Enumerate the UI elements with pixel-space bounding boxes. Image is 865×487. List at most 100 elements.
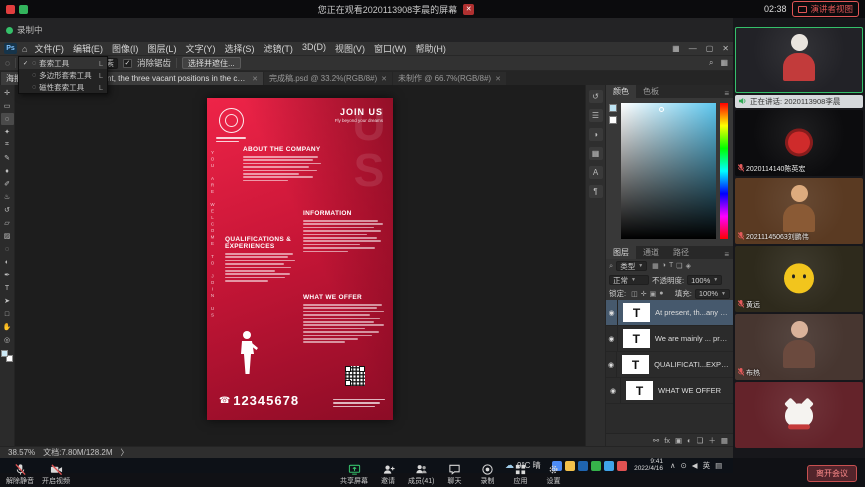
color-tab-颜色[interactable]: 颜色	[606, 85, 636, 98]
lock-transparency-icon[interactable]: ◫	[631, 290, 638, 298]
path-select-tool-icon[interactable]: ➤	[1, 295, 14, 307]
filter-kind-icon-3[interactable]: ❏	[676, 262, 682, 270]
saturation-box[interactable]	[621, 103, 716, 239]
tray-notifications-icon[interactable]: ▤	[715, 461, 722, 470]
participant-tile-0[interactable]	[735, 27, 863, 93]
participant-tile-5[interactable]	[735, 382, 863, 448]
filter-kind-icon-4[interactable]: ◈	[686, 262, 691, 270]
poster-document[interactable]: US JOIN US Fly beyond your dreams YOU AR…	[207, 98, 393, 420]
participant-tile-4[interactable]: 布热	[735, 314, 863, 380]
lasso-menu-item-1[interactable]: ◌多边形套索工具L	[19, 69, 107, 81]
blur-tool-icon[interactable]: ◌	[1, 243, 14, 255]
taskbar-wechat-icon[interactable]	[591, 461, 601, 471]
record-button[interactable]: 录制	[474, 463, 500, 486]
magic-wand-tool-icon[interactable]: ✦	[1, 126, 14, 138]
document-tab-1[interactable]: 完成稿.psd @ 33.2%(RGB/8#)✕	[264, 72, 392, 85]
pen-tool-icon[interactable]: ✒	[1, 269, 14, 281]
settings-button[interactable]: 设置	[540, 463, 566, 486]
lock-position-icon[interactable]: ▣	[650, 290, 657, 298]
layer-row[interactable]: ◉TQUALIFICATI...EXPERIENCES	[606, 352, 733, 378]
menu-item-0[interactable]: 文件(F)	[34, 42, 64, 55]
tray-tray-expand-icon[interactable]: ∧	[670, 461, 676, 470]
delete-layer-icon[interactable]: ▦	[721, 436, 728, 445]
share-screen-button[interactable]: 共享屏幕	[340, 463, 368, 486]
rect-marquee-tool-icon[interactable]: ▭	[1, 100, 14, 112]
tab-close-icon[interactable]: ✕	[381, 75, 387, 83]
menu-item-4[interactable]: 文字(Y)	[185, 42, 215, 55]
lock-all-icon[interactable]: ●	[659, 290, 663, 298]
history-brush-tool-icon[interactable]: ↺	[1, 204, 14, 216]
panel-menu-icon[interactable]: ≡	[724, 250, 733, 259]
menu-item-9[interactable]: 窗口(W)	[374, 42, 407, 55]
menu-item-5[interactable]: 选择(S)	[224, 42, 254, 55]
select-and-mask-button[interactable]: 选择并遮住...	[182, 57, 241, 69]
taskbar-photoshop-icon[interactable]	[578, 461, 588, 471]
background-swatch[interactable]	[609, 116, 617, 124]
home-icon[interactable]: ⌂	[22, 44, 27, 54]
menu-item-3[interactable]: 图层(L)	[147, 42, 176, 55]
tray-volume-icon[interactable]: ◀	[692, 461, 698, 470]
visibility-eye-icon[interactable]: ◉	[606, 378, 621, 403]
gradient-tool-icon[interactable]: ▨	[1, 230, 14, 242]
spot-healing-tool-icon[interactable]: ♦	[1, 165, 14, 177]
zoom-tool-icon[interactable]: ◎	[1, 334, 14, 346]
leave-meeting-button[interactable]: 离开会议	[807, 465, 857, 482]
invite-button[interactable]: 邀请	[375, 463, 401, 486]
maximize-icon[interactable]: ▢	[706, 44, 714, 53]
dodge-tool-icon[interactable]: ◐	[1, 256, 14, 268]
fill-value[interactable]: 100%▼	[695, 289, 730, 299]
paragraph-panel-icon[interactable]: ¶	[589, 185, 603, 198]
tray-network-icon[interactable]: ⊙	[681, 461, 687, 470]
close-icon[interactable]: ✕	[722, 44, 729, 53]
menu-item-6[interactable]: 滤镜(T)	[263, 42, 293, 55]
character-panel-icon[interactable]: A	[589, 166, 603, 179]
opacity-value[interactable]: 100%▼	[687, 275, 722, 285]
antialias-checkbox[interactable]: ✓	[123, 59, 132, 68]
filter-kind-icon-2[interactable]: T	[669, 262, 673, 270]
link-layers-icon[interactable]: ⚯	[653, 436, 659, 445]
lasso-menu-item-2[interactable]: ◌磁性套索工具L	[19, 81, 107, 93]
layer-row[interactable]: ◉TWHAT WE OFFER	[606, 378, 733, 404]
taskbar-clock[interactable]: 9:41 2022/4/16	[625, 459, 663, 473]
menu-item-8[interactable]: 视图(V)	[335, 42, 365, 55]
eraser-tool-icon[interactable]: ▱	[1, 217, 14, 229]
properties-panel-icon[interactable]: ☰	[589, 109, 603, 122]
layer-mask-icon[interactable]: ▣	[675, 436, 682, 445]
filter-kind-icon-0[interactable]: ▦	[652, 262, 659, 270]
participant-tile-3[interactable]: 黄远	[735, 246, 863, 312]
document-tab-2[interactable]: 未制作 @ 66.7%(RGB/8#)✕	[393, 72, 506, 85]
color-tab-色板[interactable]: 色板	[636, 85, 666, 98]
panel-menu-icon[interactable]: ≡	[724, 89, 733, 98]
adjustments-panel-icon[interactable]: ◑	[589, 128, 603, 141]
taskbar-qq-icon[interactable]	[604, 461, 614, 471]
eyedropper-tool-icon[interactable]: ✎	[1, 152, 14, 164]
layer-row[interactable]: ◉TAt present, th...any require b	[606, 300, 733, 326]
history-panel-icon[interactable]: ↺	[589, 90, 603, 103]
adjustment-layer-icon[interactable]: ◐	[687, 436, 692, 445]
new-layer-icon[interactable]: ＋	[708, 435, 716, 446]
crop-tool-icon[interactable]: ⌗	[1, 139, 14, 151]
apps-button[interactable]: 应用	[507, 463, 533, 486]
tab-close-icon[interactable]: ✕	[495, 75, 501, 83]
lasso-tool-icon[interactable]: ◌	[1, 113, 14, 125]
tray-ime-icon[interactable]: 英	[703, 460, 711, 471]
hue-slider[interactable]	[720, 103, 728, 239]
color-handle[interactable]	[659, 107, 664, 112]
layer-effects-icon[interactable]: fx	[664, 436, 670, 445]
menu-item-7[interactable]: 3D(D)	[302, 42, 326, 55]
meeting-app-icon[interactable]	[6, 5, 15, 14]
lock-pixels-icon[interactable]: ✛	[641, 290, 647, 298]
type-tool-icon[interactable]: T	[1, 282, 14, 294]
color-swatches[interactable]	[1, 350, 13, 362]
layer-row[interactable]: ◉TWe are mainly ... promotional	[606, 326, 733, 352]
move-tool-icon[interactable]: ✛	[1, 87, 14, 99]
libraries-panel-icon[interactable]: ▦	[589, 147, 603, 160]
status-menu-icon[interactable]: 〉	[121, 447, 129, 458]
layer-group-icon[interactable]: ❏	[697, 436, 704, 445]
start-video-button[interactable]: 开启视频	[42, 463, 70, 486]
unmute-button[interactable]: 解除静音	[6, 463, 34, 486]
participant-tile-1[interactable]: 2020114140陈英宏	[735, 110, 863, 176]
minimize-icon[interactable]: —	[689, 44, 697, 53]
layers-tab-图层[interactable]: 图层	[606, 246, 636, 259]
workspace-switcher-icon[interactable]: ▦	[720, 58, 728, 68]
